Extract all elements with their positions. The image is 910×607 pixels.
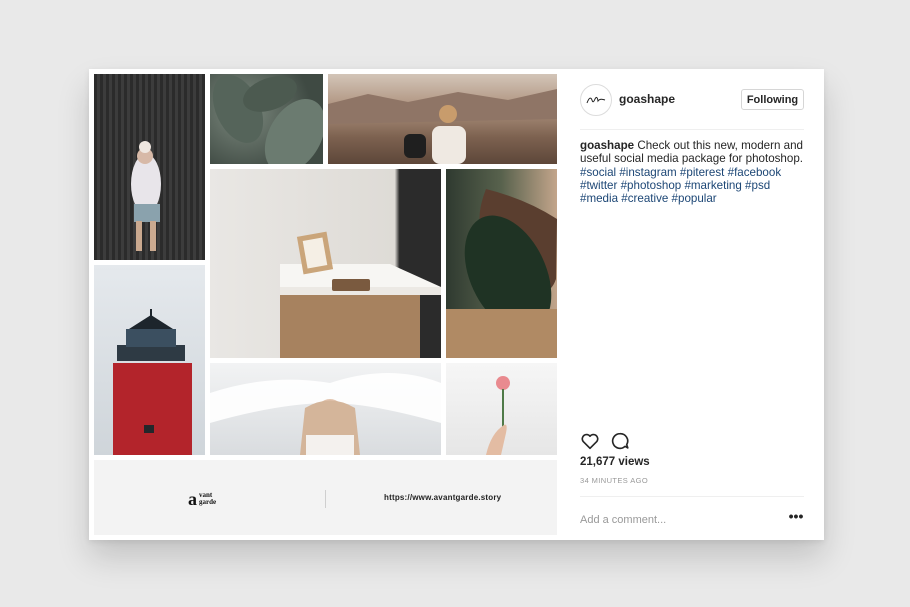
- footer-url-link[interactable]: https://www.avantgarde.story: [384, 493, 501, 502]
- post-card: a vant garde https://www.avantgarde.stor…: [89, 69, 824, 540]
- hashtag-link[interactable]: #facebook: [728, 166, 782, 179]
- hashtag-link[interactable]: #instagram: [619, 166, 676, 179]
- hashtag-link[interactable]: #photoshop: [621, 179, 682, 192]
- post-sidebar: goashape Following goashape Check out th…: [557, 69, 824, 540]
- photo-lighthouse: [94, 265, 205, 455]
- caption-username-link[interactable]: goashape: [580, 139, 634, 152]
- collage-footer: a vant garde https://www.avantgarde.stor…: [94, 460, 557, 535]
- hashtag-link[interactable]: #creative: [621, 192, 668, 205]
- hashtag-link[interactable]: #marketing: [684, 179, 741, 192]
- comment-icon[interactable]: [609, 430, 631, 452]
- logo-mark: a: [188, 489, 197, 509]
- divider: [580, 129, 804, 130]
- hashtag-link[interactable]: #social: [580, 166, 616, 179]
- logo-word-2: garde: [199, 498, 217, 506]
- hashtag-link[interactable]: #popular: [672, 192, 717, 205]
- photo-succulent: [210, 74, 323, 164]
- comment-input[interactable]: [580, 512, 770, 528]
- divider: [580, 496, 804, 497]
- post-caption: goashape Check out this new, modern and …: [580, 139, 810, 205]
- hashtag-link[interactable]: #psd: [745, 179, 770, 192]
- photo-frame-on-counter: [210, 169, 441, 358]
- photo-canyon-person: [328, 74, 557, 164]
- hashtag-link[interactable]: #piterest: [680, 166, 724, 179]
- signature-logo-icon: [586, 96, 606, 104]
- hashtag-link[interactable]: #media: [580, 192, 618, 205]
- post-timestamp: 34 MINUTES AGO: [580, 476, 649, 485]
- username-link[interactable]: goashape: [619, 92, 675, 106]
- heart-icon[interactable]: [579, 430, 601, 452]
- view-count: 21,677 views: [580, 456, 650, 468]
- brand-logo: a vant garde: [188, 490, 236, 508]
- hashtag-link[interactable]: #twitter: [580, 179, 617, 192]
- more-options-icon[interactable]: •••: [786, 509, 806, 527]
- photo-woman-leaf: [446, 169, 557, 358]
- photo-woman-striped-wall: [94, 74, 205, 260]
- following-button[interactable]: Following: [741, 89, 804, 110]
- avatar[interactable]: [580, 84, 612, 116]
- photo-woman-veil: [210, 363, 441, 455]
- photo-hand-flower: [446, 363, 557, 455]
- footer-divider: [325, 490, 326, 508]
